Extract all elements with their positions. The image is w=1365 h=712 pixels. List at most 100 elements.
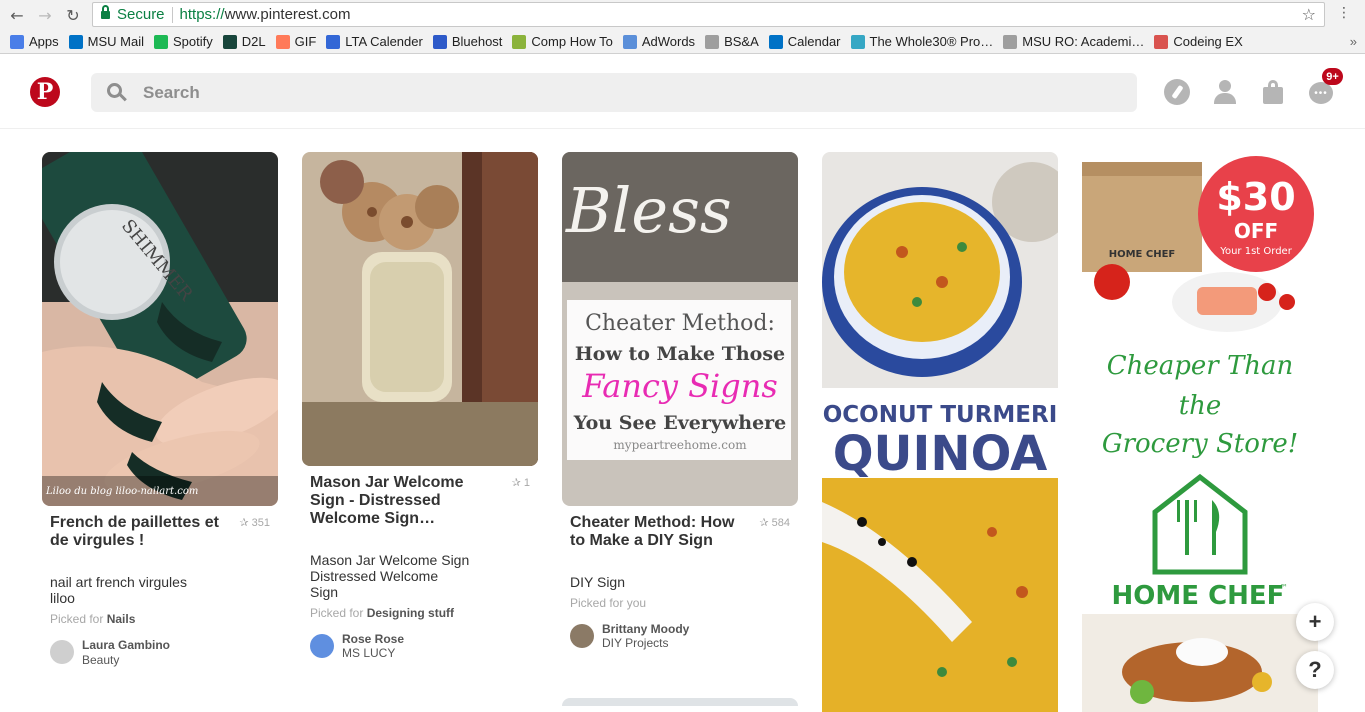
bookmark-item[interactable]: Spotify: [153, 34, 213, 49]
image-text: Grocery Store!: [1102, 429, 1298, 459]
save-count-value: 351: [251, 517, 270, 529]
pin-card[interactable]: Mason Jar Welcome Sign - Distressed Welc…: [302, 152, 538, 692]
bookmark-item[interactable]: GIF: [275, 34, 317, 49]
profile-icon[interactable]: [1212, 79, 1238, 105]
url-scheme: https://: [179, 6, 225, 23]
image-text: Your 1st Order: [1219, 246, 1293, 257]
url-host: www.pinterest.com: [224, 6, 351, 23]
bookmark-item[interactable]: The Whole30® Pro…: [850, 34, 994, 49]
browser-toolbar: ← → ↻ Secure https://www.pinterest.com ☆…: [0, 0, 1365, 30]
save-count-value: 1: [523, 477, 530, 489]
secure-label: Secure: [117, 6, 165, 23]
bookmark-label: Apps: [29, 34, 59, 49]
pin-card[interactable]: HOME CHEF $30 OFF Your 1st Order Cheaper…: [1082, 152, 1318, 712]
bookmark-label: LTA Calender: [345, 34, 423, 49]
pin-image[interactable]: HOME CHEF $30 OFF Your 1st Order Cheaper…: [1082, 152, 1318, 712]
bookmark-item[interactable]: MSU RO: Academi…: [1003, 34, 1144, 49]
bookmark-label: The Whole30® Pro…: [869, 34, 994, 49]
avatar[interactable]: [310, 634, 334, 658]
bookmark-item[interactable]: Comp How To: [512, 34, 613, 49]
divider: [171, 6, 173, 23]
pin-card[interactable]: Bless Cheater Method: How to Make Those …: [562, 152, 798, 706]
image-text: HOME CHEF: [1112, 581, 1285, 611]
pin-image[interactable]: SHIMMER Liloo du blog liloo-nailart.com: [42, 152, 278, 506]
bookmark-label: Codeing EX: [1173, 34, 1243, 49]
pin-card[interactable]: SHIMMER Liloo du blog liloo-nailart.com …: [42, 152, 278, 692]
pin-title[interactable]: French de paillettes et de virgules !: [50, 514, 235, 550]
picked-for: Picked for Nails: [50, 612, 135, 626]
bookmark-label: Spotify: [172, 34, 213, 49]
bookmark-item[interactable]: LTA Calender: [326, 34, 423, 49]
search-bar[interactable]: [91, 73, 1137, 112]
image-text: HOME CHEF: [1109, 249, 1176, 260]
bookmark-favicon-icon: [68, 34, 83, 49]
pin-image[interactable]: Bless Cheater Method: How to Make Those …: [562, 152, 798, 506]
pinner-name[interactable]: Rose Rose: [342, 632, 404, 646]
address-bar[interactable]: Secure https://www.pinterest.com ☆: [92, 2, 1325, 27]
bookmark-item[interactable]: Calendar: [768, 34, 841, 49]
pinner-name[interactable]: Laura Gambino: [82, 638, 170, 652]
bookmarks-overflow-icon[interactable]: »: [1350, 34, 1357, 49]
pin-card[interactable]: COCONUT TURMERIC QUINOA: [822, 152, 1058, 712]
bookmark-favicon-icon: [326, 34, 341, 49]
pinterest-logo[interactable]: P: [30, 77, 60, 107]
bookmark-star-icon[interactable]: ☆: [1302, 5, 1316, 24]
bookmark-label: Calendar: [787, 34, 841, 49]
save-count: ✰ 1: [512, 476, 530, 489]
picked-board[interactable]: Designing stuff: [367, 606, 454, 620]
avatar[interactable]: [50, 640, 74, 664]
compass-icon[interactable]: [1164, 79, 1190, 105]
image-text: Cheater Method:: [585, 311, 775, 336]
image-caption: Liloo du blog liloo-nailart.com: [45, 486, 198, 497]
avatar[interactable]: [570, 624, 594, 648]
picked-board[interactable]: Nails: [107, 612, 136, 626]
bookmark-item[interactable]: Codeing EX: [1154, 34, 1243, 49]
site-header: P •••: [0, 55, 1365, 129]
pin-description: DIY Sign: [570, 574, 625, 590]
save-count: ✰ 584: [759, 516, 790, 529]
bookmark-item[interactable]: BS&A: [705, 34, 759, 49]
shopping-bag-icon[interactable]: [1260, 79, 1286, 105]
picked-prefix: Picked for: [50, 612, 104, 626]
bookmark-favicon-icon: [222, 34, 237, 49]
search-input[interactable]: [143, 82, 1043, 103]
bookmark-label: MSU RO: Academi…: [1022, 34, 1145, 49]
notification-badge: 9+: [1322, 68, 1343, 85]
bookmark-label: AdWords: [641, 34, 696, 49]
reload-icon[interactable]: ↻: [62, 4, 84, 26]
image-text: Cheaper Than: [1107, 351, 1294, 381]
bookmark-item[interactable]: D2L: [222, 34, 266, 49]
bookmark-item[interactable]: AdWords: [622, 34, 696, 49]
bookmark-item[interactable]: MSU Mail: [68, 34, 144, 49]
pin-title[interactable]: Cheater Method: How to Make a DIY Sign: [570, 514, 740, 550]
pin-title[interactable]: Mason Jar Welcome Sign - Distressed Welc…: [310, 474, 480, 528]
pinner-board[interactable]: DIY Projects: [602, 636, 668, 650]
next-pin-image[interactable]: [562, 698, 798, 706]
image-text: $30: [1216, 175, 1295, 219]
bookmark-favicon-icon: [1154, 34, 1169, 49]
image-text: How to Make Those: [575, 343, 785, 365]
pinner-name[interactable]: Brittany Moody: [602, 622, 689, 636]
bookmark-label: GIF: [294, 34, 317, 49]
help-button[interactable]: ?: [1296, 651, 1334, 689]
browser-menu-icon[interactable]: ⋮: [1337, 5, 1351, 21]
bookmark-item[interactable]: Apps: [10, 34, 59, 49]
picked-for: Picked for you: [570, 596, 646, 610]
pinner-board[interactable]: Beauty: [82, 653, 119, 667]
pin-icon: ✰: [239, 517, 252, 529]
image-text: the: [1179, 391, 1222, 421]
add-button[interactable]: +: [1296, 603, 1334, 641]
back-icon[interactable]: ←: [6, 4, 28, 26]
pin-description: nail art french virgules liloo: [50, 574, 187, 606]
image-text: COCONUT TURMERIC: [822, 402, 1058, 428]
pinner-board[interactable]: MS LUCY: [342, 646, 395, 660]
pin-image[interactable]: COCONUT TURMERIC QUINOA: [822, 152, 1058, 712]
bookmark-label: D2L: [241, 34, 266, 49]
picked-prefix: Picked for: [310, 606, 364, 620]
forward-icon[interactable]: →: [34, 4, 56, 26]
bookmark-favicon-icon: [850, 34, 865, 49]
bookmark-item[interactable]: Bluehost: [432, 34, 502, 49]
image-script-text: Bless: [565, 174, 732, 247]
url-text[interactable]: https://www.pinterest.com: [180, 6, 351, 23]
pin-image[interactable]: [302, 152, 538, 466]
